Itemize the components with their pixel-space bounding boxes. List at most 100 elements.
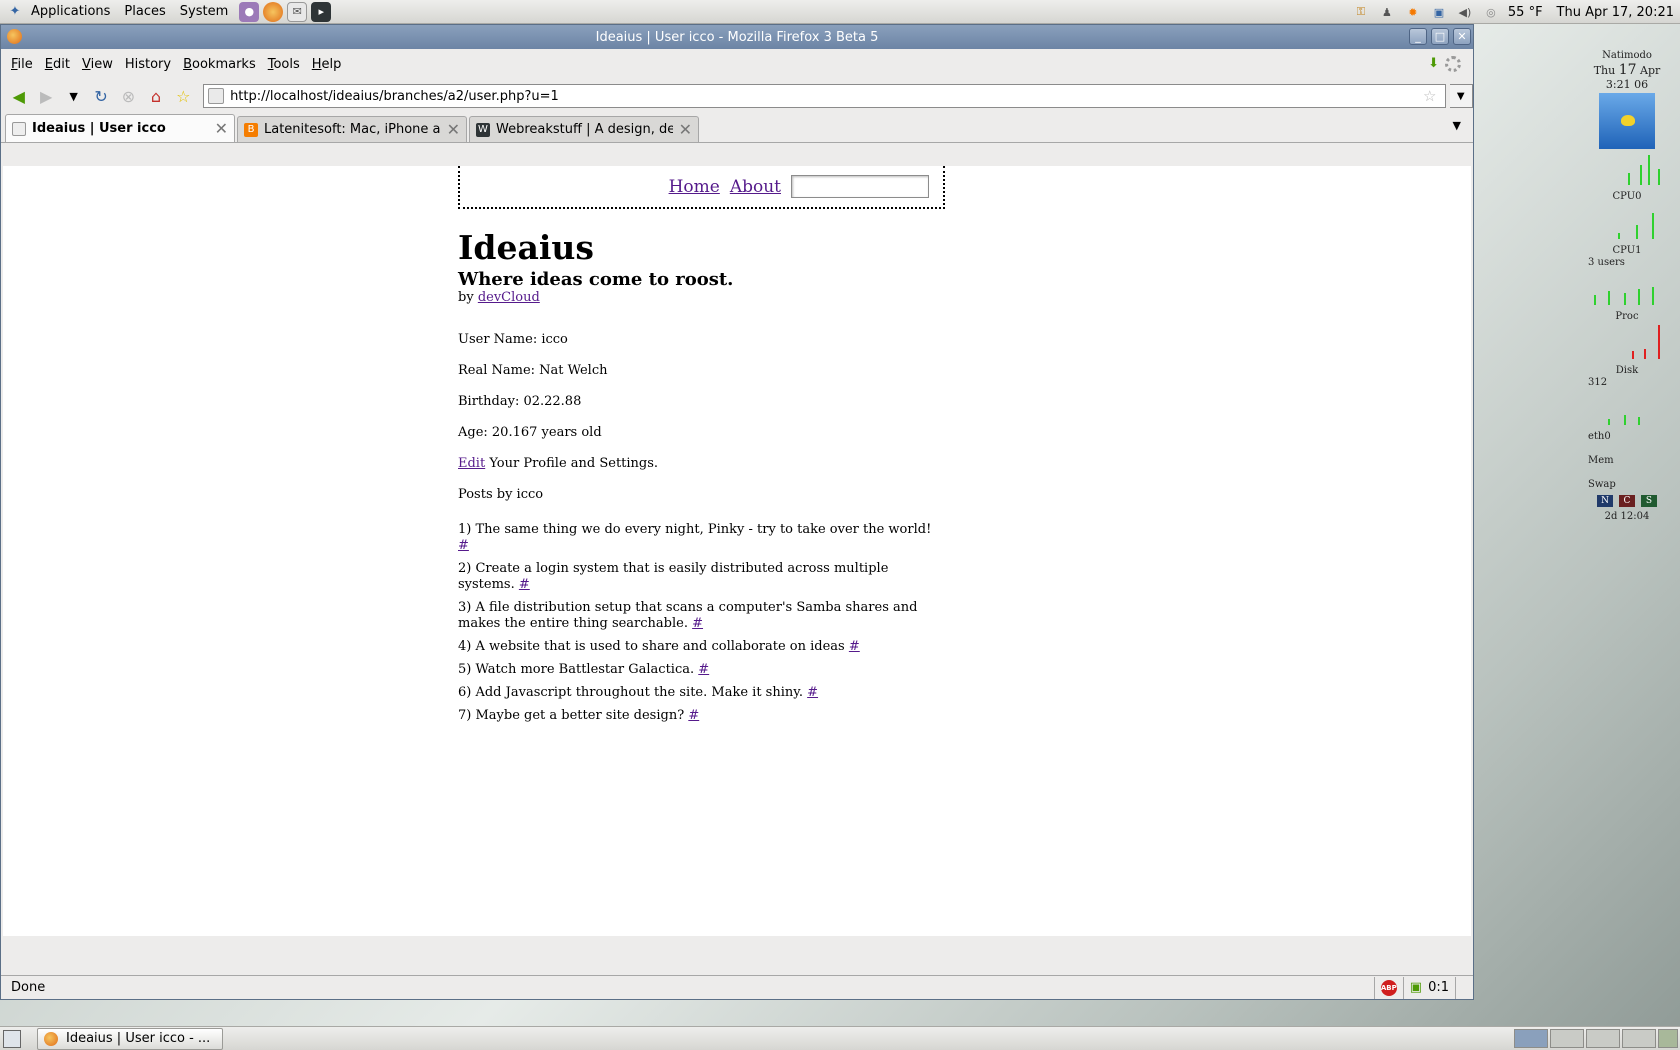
volume-icon[interactable]: ◀) bbox=[1456, 3, 1474, 21]
graph-bar bbox=[1624, 415, 1626, 425]
bookmark-star-icon[interactable]: ☆ bbox=[1423, 87, 1436, 105]
bookmark-star-button[interactable]: ☆ bbox=[172, 84, 195, 108]
tab-close-icon[interactable]: ✕ bbox=[679, 120, 692, 139]
firefox-launcher-icon[interactable] bbox=[263, 1, 284, 22]
taskbar-firefox-button[interactable]: Ideaius | User icco - ... bbox=[37, 1027, 223, 1050]
gk-proc-label: Proc bbox=[1615, 311, 1639, 322]
author-link[interactable]: devCloud bbox=[478, 290, 540, 305]
resize-grip[interactable] bbox=[1455, 976, 1473, 999]
window-titlebar[interactable]: Ideaius | User icco - Mozilla Firefox 3 … bbox=[1, 25, 1473, 49]
system-menu[interactable]: System bbox=[173, 0, 235, 24]
gnome-foot-icon[interactable]: ✦ bbox=[6, 2, 24, 22]
pidgin-launcher-icon[interactable]: ● bbox=[239, 1, 260, 22]
gk-eth0-graph bbox=[1588, 391, 1666, 427]
url-bar[interactable]: http://localhost/ideaius/branches/a2/use… bbox=[203, 84, 1446, 108]
post-permalink[interactable]: # bbox=[692, 616, 703, 631]
post-permalink[interactable]: # bbox=[688, 708, 699, 723]
tab-latenitesoft[interactable]: B Latenitesoft: Mac, iPhone a... ✕ bbox=[237, 116, 467, 142]
gk-button-c[interactable]: C bbox=[1619, 495, 1635, 507]
status-addon-icon[interactable]: ▣ bbox=[1410, 980, 1422, 995]
workspace-4[interactable] bbox=[1622, 1029, 1656, 1048]
weather-temp[interactable]: 55 °F bbox=[1508, 5, 1543, 20]
user-switch-icon[interactable]: ♟ bbox=[1378, 3, 1396, 21]
gk-button-n[interactable]: N bbox=[1597, 495, 1613, 507]
list-item: 6) Add Javascript throughout the site. M… bbox=[458, 685, 933, 701]
graph-bar bbox=[1608, 291, 1610, 305]
menu-file[interactable]: File bbox=[5, 57, 39, 72]
url-dropdown-button[interactable]: ▼ bbox=[1449, 84, 1473, 108]
gk-swap-label: Swap bbox=[1588, 479, 1616, 490]
gk-clock-image bbox=[1599, 93, 1655, 149]
list-item: 2) Create a login system that is easily … bbox=[458, 561, 933, 593]
post-permalink[interactable]: # bbox=[519, 577, 530, 592]
throbber-icon bbox=[1445, 56, 1461, 72]
gk-date-num: 17 bbox=[1618, 62, 1637, 78]
post-permalink[interactable]: # bbox=[807, 685, 818, 700]
adblock-icon[interactable]: ABP bbox=[1380, 979, 1397, 996]
forward-button[interactable]: ▶ bbox=[34, 84, 57, 108]
adblock-panel[interactable]: ABP bbox=[1373, 976, 1403, 999]
edit-profile-line: Edit Your Profile and Settings. bbox=[458, 456, 945, 471]
gk-cpu1-label: CPU1 bbox=[1612, 245, 1642, 256]
menu-history[interactable]: History bbox=[119, 57, 177, 72]
home-button[interactable]: ⌂ bbox=[144, 84, 167, 108]
tab-webreakstuff[interactable]: W Webreakstuff | A design, de... ✕ bbox=[469, 116, 699, 142]
menu-help[interactable]: Help bbox=[306, 57, 348, 72]
graph-bar bbox=[1624, 293, 1626, 305]
workspace-1[interactable] bbox=[1514, 1029, 1548, 1048]
tab-ideaius[interactable]: Ideaius | User icco ✕ bbox=[5, 114, 235, 142]
firefox-icon[interactable] bbox=[7, 29, 22, 44]
status-counter: 0:1 bbox=[1428, 980, 1449, 995]
post-permalink[interactable]: # bbox=[458, 538, 469, 553]
gk-mem-label: Mem bbox=[1588, 455, 1614, 466]
url-text[interactable]: http://localhost/ideaius/branches/a2/use… bbox=[230, 89, 559, 104]
menu-tools[interactable]: Tools bbox=[262, 57, 306, 72]
history-dropdown-icon[interactable]: ▼ bbox=[62, 84, 85, 108]
keyring-icon[interactable]: ⚿ bbox=[1352, 3, 1370, 21]
tab-close-icon[interactable]: ✕ bbox=[447, 120, 460, 139]
site-identity-icon[interactable] bbox=[208, 88, 225, 104]
menu-view[interactable]: View bbox=[76, 57, 119, 72]
applications-menu[interactable]: Applications bbox=[24, 0, 117, 24]
edit-profile-text: Your Profile and Settings. bbox=[485, 456, 659, 471]
download-icon[interactable]: ⬇ bbox=[1428, 56, 1439, 71]
back-button[interactable]: ◀ bbox=[7, 84, 30, 108]
network-icon[interactable]: ▣ bbox=[1430, 3, 1448, 21]
places-menu[interactable]: Places bbox=[117, 0, 172, 24]
tab-list-chevron-icon[interactable]: ▼ bbox=[1453, 119, 1461, 132]
trash-icon[interactable] bbox=[1658, 1029, 1678, 1048]
weather-icon[interactable]: ◎ bbox=[1482, 3, 1500, 21]
close-window-button[interactable]: ✕ bbox=[1453, 28, 1471, 45]
about-link[interactable]: About bbox=[730, 177, 781, 197]
menu-bookmarks[interactable]: Bookmarks bbox=[177, 57, 262, 72]
terminal-launcher-icon[interactable]: ▸ bbox=[311, 1, 332, 22]
gkrellm-monitor: Natimodo Thu 17 Apr 3:21 06 CPU0 CPU1 3 … bbox=[1588, 50, 1666, 523]
panel-clock[interactable]: Thu Apr 17, 20:21 bbox=[1557, 5, 1674, 20]
gk-button-s[interactable]: S bbox=[1641, 495, 1657, 507]
post-permalink[interactable]: # bbox=[698, 662, 709, 677]
graph-bar bbox=[1628, 173, 1630, 185]
minimize-button[interactable]: _ bbox=[1409, 28, 1427, 45]
workspace-3[interactable] bbox=[1586, 1029, 1620, 1048]
birthday: Birthday: 02.22.88 bbox=[458, 394, 582, 409]
search-input[interactable] bbox=[791, 175, 929, 198]
gk-time: 3:21 06 bbox=[1605, 78, 1649, 91]
tab-close-icon[interactable]: ✕ bbox=[215, 119, 228, 138]
update-icon[interactable]: ✹ bbox=[1404, 3, 1422, 21]
workspace-2[interactable] bbox=[1550, 1029, 1584, 1048]
graph-bar bbox=[1608, 419, 1610, 425]
mail-launcher-icon[interactable]: ✉ bbox=[287, 1, 308, 22]
stop-button[interactable]: ⊗ bbox=[117, 84, 140, 108]
post-permalink[interactable]: # bbox=[849, 639, 860, 654]
home-link[interactable]: Home bbox=[669, 177, 720, 197]
menu-edit[interactable]: Edit bbox=[39, 57, 76, 72]
edit-profile-link[interactable]: Edit bbox=[458, 456, 485, 471]
maximize-button[interactable]: □ bbox=[1431, 28, 1449, 45]
workspace-switcher bbox=[1514, 1029, 1678, 1048]
show-desktop-icon[interactable] bbox=[3, 1029, 21, 1048]
site-title: Ideaius bbox=[458, 228, 594, 267]
gk-cpu0-label: CPU0 bbox=[1612, 191, 1642, 202]
reload-button[interactable]: ↻ bbox=[89, 84, 112, 108]
gk-hostname: Natimodo bbox=[1602, 50, 1652, 61]
counter-panel[interactable]: ▣ 0:1 bbox=[1402, 976, 1455, 999]
